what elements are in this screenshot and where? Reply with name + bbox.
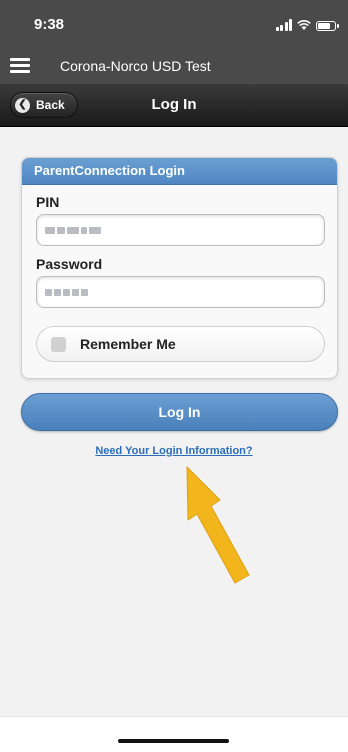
remember-me-label: Remember Me (80, 336, 176, 352)
cellular-signal-icon (275, 19, 292, 31)
home-indicator[interactable] (118, 739, 229, 743)
wifi-icon (297, 20, 311, 30)
main-content: ParentConnection Login PIN Password Reme… (0, 127, 348, 716)
bottom-bar (0, 716, 348, 752)
login-button[interactable]: Log In (21, 393, 338, 431)
app-header: Corona-Norco USD Test (0, 48, 348, 84)
password-field[interactable] (36, 276, 325, 308)
app-title: Corona-Norco USD Test (60, 58, 211, 74)
battery-icon (316, 21, 339, 31)
login-help-link[interactable]: Need Your Login Information? (0, 445, 348, 457)
masked-value (45, 226, 101, 234)
hamburger-icon[interactable] (10, 58, 30, 74)
masked-value (45, 288, 88, 296)
status-time: 9:38 (34, 16, 65, 33)
status-icons (275, 17, 339, 31)
remember-me-checkbox[interactable] (51, 337, 66, 352)
nav-bar: ❮ Back Log In (0, 84, 348, 127)
arrow-pointer-icon (186, 466, 250, 584)
status-bar: 9:38 (0, 0, 348, 48)
password-label: Password (36, 256, 103, 272)
card-title: ParentConnection Login (22, 158, 337, 185)
page-title: Log In (151, 96, 197, 113)
pin-label: PIN (36, 194, 60, 210)
pin-field[interactable] (36, 214, 325, 246)
login-card: ParentConnection Login PIN Password Reme… (21, 157, 338, 379)
remember-me-toggle[interactable]: Remember Me (36, 326, 325, 362)
